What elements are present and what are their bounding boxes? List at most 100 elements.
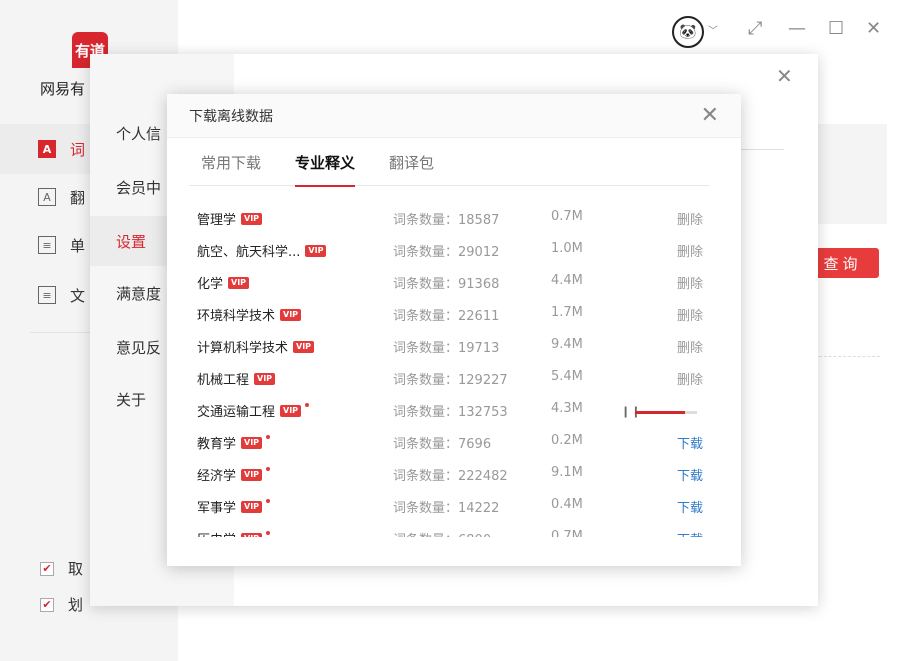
tab-professional[interactable]: 专业释义 [295,152,356,187]
nav-label: 文 [70,286,86,305]
checkbox-label: 取 [68,560,84,578]
download-button[interactable]: 下载 [677,465,703,484]
checkbox-checked-icon[interactable]: ✔ [40,597,54,612]
dictionary-name: 管理学 VIP [197,209,263,228]
option-checkbox-capture[interactable]: ✔ 取 [40,558,83,579]
list-item: 军事学 VIP 词条数量：14222 0.4M 下载 [197,490,707,522]
vip-badge: VIP [293,340,315,353]
vip-badge: VIP [241,212,263,225]
nav-label: 翻 [70,188,86,207]
dictionary-name: 机械工程 VIP [197,369,276,388]
user-avatar[interactable]: 🐼 [672,16,704,48]
dictionary-name-text: 机械工程 [197,373,250,388]
vip-badge: VIP [241,532,263,537]
checkbox-checked-icon[interactable]: ✔ [40,561,54,576]
list-item: 交通运输工程 VIP 词条数量：132753 4.3M ❙❙ [197,394,707,426]
dictionary-name: 航空、航天科学... VIP [197,241,327,260]
file-size: 5.4M [551,369,583,384]
entry-count: 词条数量：14222 [393,501,500,516]
dictionary-name: 计算机科学技术 VIP [197,337,315,356]
entry-count: 词条数量：91368 [393,277,500,292]
list-item: 环境科学技术 VIP 词条数量：22611 1.7M 删除 [197,298,707,330]
download-progress: ❙❙ [621,405,697,418]
download-button[interactable]: 下载 [677,497,703,516]
list-item: 管理学 VIP 词条数量：18587 0.7M 删除 [197,202,707,234]
dialog-header: 下载离线数据 ✕ [167,94,741,138]
divider [814,356,880,357]
vip-badge: VIP [254,372,276,385]
download-button[interactable]: 下载 [677,529,703,537]
file-size: 9.4M [551,337,583,352]
entry-count: 词条数量：222482 [393,469,508,484]
file-size: 9.1M [551,465,583,480]
new-dot-icon [266,466,271,471]
list-item: 计算机科学技术 VIP 词条数量：19713 9.4M 删除 [197,330,707,362]
vip-badge: VIP [228,276,250,289]
vip-badge: VIP [241,436,263,449]
dictionary-name-text: 航空、航天科学... [197,245,301,260]
entry-count: 词条数量：132753 [393,405,508,420]
list-item: 机械工程 VIP 词条数量：129227 5.4M 删除 [197,362,707,394]
translate-icon: A [38,188,56,206]
tab-common[interactable]: 常用下载 [201,152,261,185]
entry-count: 词条数量：19713 [393,341,500,356]
dictionary-name: 教育学 VIP [197,433,271,452]
delete-button[interactable]: 删除 [677,337,703,356]
vip-badge: VIP [241,468,263,481]
progress-fill [635,411,685,414]
delete-button[interactable]: 删除 [677,209,703,228]
list-item: 航空、航天科学... VIP 词条数量：29012 1.0M 删除 [197,234,707,266]
chevron-down-icon[interactable]: ﹀ [708,22,718,37]
dictionary-name-text: 军事学 [197,501,237,516]
tab-translation-pack[interactable]: 翻译包 [389,152,434,185]
dictionary-name-text: 历史学 [197,529,236,537]
dictionary-name: 交通运输工程 VIP [197,401,310,420]
dialog-title: 下载离线数据 [189,108,273,125]
progress-track [635,411,697,414]
delete-button[interactable]: 删除 [677,241,703,260]
dictionary-name: 环境科学技术 VIP [197,305,302,324]
checkbox-label: 划 [68,596,84,614]
dictionary-name-text: 化学 [197,277,224,292]
new-dot-icon [266,530,271,535]
entry-count: 词条数量：7696 [393,437,492,452]
dictionary-name-text: 交通运输工程 [197,405,276,420]
vip-badge: VIP [305,244,327,257]
delete-button[interactable]: 删除 [677,305,703,324]
file-size: 1.7M [551,305,583,320]
dictionary-name: 化学 VIP [197,273,250,292]
tab-bar: 常用下载 专业释义 翻译包 [189,138,709,187]
file-size: 0.4M [551,497,583,512]
file-size: 0.7M [551,209,583,224]
download-offline-dialog: 下载离线数据 ✕ 常用下载 专业释义 翻译包 管理学 VIP 词条数量：18587 0… [167,94,741,566]
minimize-icon[interactable]: — [788,18,806,39]
download-button[interactable]: 下载 [677,433,703,452]
wordbook-icon: ≡ [38,236,56,254]
close-window-icon[interactable]: ✕ [866,18,881,39]
new-dot-icon [305,402,310,407]
entry-count: 词条数量：29012 [393,245,500,260]
option-checkbox-select[interactable]: ✔ 划 [40,594,83,615]
dictionary-name-text: 计算机科学技术 [197,341,289,356]
dictionary-name: 军事学 VIP [197,497,271,516]
nav-label: 单 [70,236,86,255]
file-size: 4.3M [551,401,583,416]
delete-button[interactable]: 删除 [677,369,703,388]
close-icon[interactable]: ✕ [776,64,793,88]
dictionary-name-text: 教育学 [197,437,237,452]
file-size: 4.4M [551,273,583,288]
vip-badge: VIP [241,500,263,513]
entry-count: 词条数量：18587 [393,213,500,228]
maximize-icon[interactable]: ☐ [828,18,844,39]
dictionary-name: 历史学 VIP [197,529,271,537]
dictionary-name-text: 环境科学技术 [197,309,276,324]
new-dot-icon [266,498,271,503]
new-dot-icon [266,434,271,439]
mini-mode-icon[interactable]: ⤢ [748,18,762,39]
close-icon[interactable]: ✕ [701,103,719,128]
list-item: 教育学 VIP 词条数量：7696 0.2M 下载 [197,426,707,458]
app-name: 网易有 [40,80,86,98]
document-icon: ≡ [38,286,56,304]
delete-button[interactable]: 删除 [677,273,703,292]
dictionary-icon: A [38,140,56,158]
